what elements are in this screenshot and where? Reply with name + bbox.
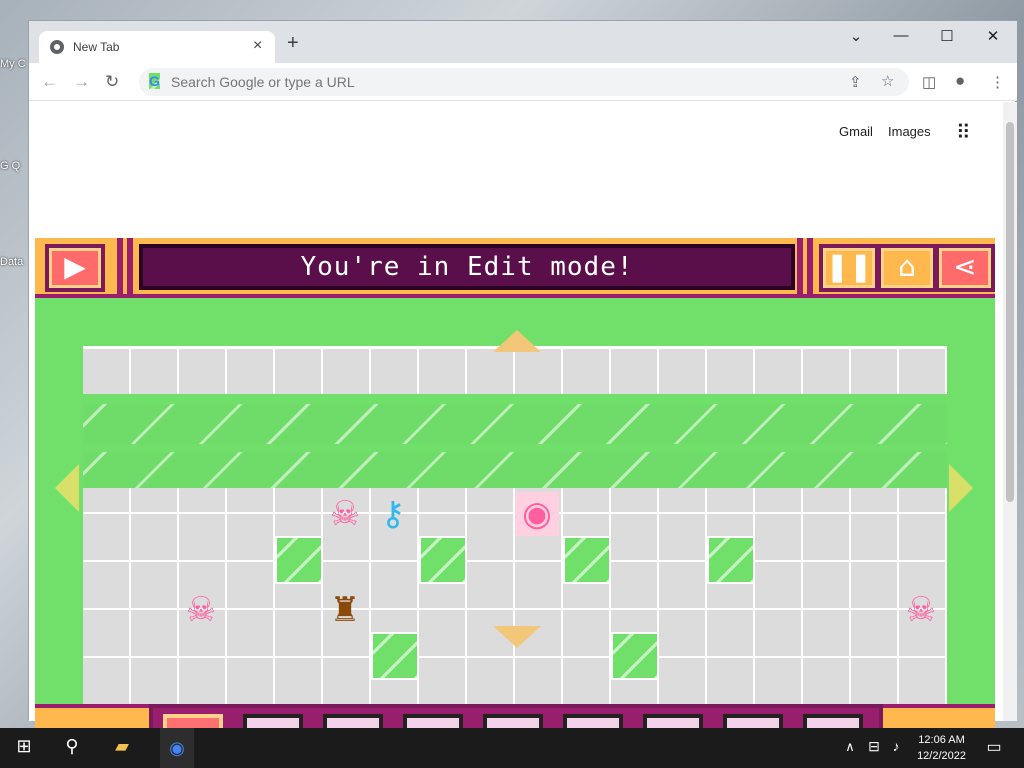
divider	[127, 238, 133, 296]
tab-strip: New Tab × + ⌄ — ☐ ✕	[29, 21, 1017, 63]
game-canvas[interactable]: ▶ You're in Edit mode! ❚❚ ⌂ ⋖ ☠ ⚷ ◉ ☠ ♜ …	[35, 238, 995, 768]
clock-date: 12/2/2022	[917, 750, 966, 762]
home-button[interactable]: ⌂	[877, 244, 937, 292]
grass-tile[interactable]	[563, 536, 611, 584]
home-icon: ⌂	[898, 250, 916, 283]
volume-icon[interactable]: ♪	[884, 738, 908, 754]
tab-title: New Tab	[73, 40, 120, 54]
divider	[117, 238, 123, 296]
grass-tile[interactable]	[419, 536, 467, 584]
play-button[interactable]: ▶	[45, 244, 105, 292]
close-tab-icon[interactable]: ×	[253, 37, 262, 55]
skull-enemy[interactable]: ☠	[323, 492, 367, 536]
minimize-button[interactable]: —	[891, 27, 911, 44]
start-icon[interactable]: ⊞	[12, 736, 36, 757]
new-tab-button[interactable]: +	[287, 32, 299, 55]
desktop-icon-label: Data	[0, 256, 24, 268]
desktop-icon[interactable]: Data	[0, 256, 28, 268]
divider	[807, 238, 813, 296]
notification-icon[interactable]: ▭	[982, 737, 1006, 757]
pause-button[interactable]: ❚❚	[819, 244, 879, 292]
reload-icon[interactable]: ↻	[105, 72, 119, 92]
clock-time: 12:06 AM	[918, 734, 965, 746]
scroll-right-arrow[interactable]	[949, 464, 973, 512]
desktop-icon[interactable]: My C	[0, 58, 28, 70]
tile-row[interactable]	[83, 346, 947, 394]
mode-banner: You're in Edit mode!	[139, 244, 795, 290]
scroll-up-arrow[interactable]	[493, 330, 541, 352]
apps-icon[interactable]: ⠿	[956, 120, 971, 145]
chrome-taskbar-icon[interactable]: ◉	[160, 728, 194, 768]
taskbar: ⊞ ⚲ ▰ ◉ ∧ ⊟ ♪ 12:06 AM 12/2/2022 ▭	[0, 728, 1024, 768]
chrome-icon	[50, 40, 64, 54]
new-tab-page: Gmail Images ⠿ ▶ You're in Edit mode! ❚❚…	[29, 102, 1017, 768]
player-character[interactable]: ♜	[323, 588, 367, 632]
grass-tile[interactable]	[707, 536, 755, 584]
page-scrollbar[interactable]	[1003, 102, 1017, 721]
gmail-link[interactable]: Gmail	[839, 124, 873, 139]
key-item[interactable]: ⚷	[371, 492, 415, 536]
grass-tile[interactable]	[371, 632, 419, 680]
omnibox[interactable]: G ⇪ ☆	[139, 68, 909, 96]
file-explorer-icon[interactable]: ▰	[110, 736, 134, 757]
maximize-button[interactable]: ☐	[937, 27, 957, 45]
divider	[797, 238, 803, 296]
share-icon: ⋖	[953, 250, 977, 283]
address-input[interactable]	[171, 72, 771, 92]
play-icon: ▶	[64, 250, 86, 283]
scroll-down-arrow[interactable]	[493, 626, 541, 648]
tab-new-tab[interactable]: New Tab ×	[39, 31, 275, 63]
grass-tile[interactable]	[275, 536, 323, 584]
desktop-icon[interactable]: G Q	[0, 160, 28, 172]
share-button[interactable]: ⋖	[935, 244, 995, 292]
scrollbar-thumb[interactable]	[1006, 122, 1014, 502]
network-icon[interactable]: ⊟	[862, 738, 886, 755]
grass-row	[83, 452, 947, 492]
skull-enemy[interactable]: ☠	[179, 588, 223, 632]
back-icon[interactable]: ←	[41, 72, 58, 92]
profile-icon[interactable]: ●	[955, 71, 965, 91]
desktop-icon-label: My C	[0, 58, 26, 70]
pause-icon: ❚❚	[825, 250, 873, 283]
saw-hazard[interactable]: ◉	[515, 492, 559, 536]
chevron-up-icon[interactable]: ∧	[838, 739, 862, 755]
clock[interactable]: 12:06 AM 12/2/2022	[917, 732, 966, 764]
google-icon: G	[149, 73, 160, 89]
forward-icon[interactable]: →	[73, 72, 90, 92]
desktop-icon-label: G Q	[0, 160, 21, 172]
share-icon[interactable]: ⇪	[849, 73, 862, 91]
game-top-bar: ▶ You're in Edit mode! ❚❚ ⌂ ⋖	[35, 238, 995, 298]
close-window-button[interactable]: ✕	[983, 27, 1003, 45]
images-link[interactable]: Images	[888, 124, 931, 139]
bookmark-star-icon[interactable]: ☆	[881, 72, 894, 90]
scroll-left-arrow[interactable]	[55, 464, 79, 512]
grass-tile[interactable]	[611, 632, 659, 680]
toolbar: ← → ↻ G ⇪ ☆ ◫ ● ⋮	[29, 63, 1017, 101]
tab-search-icon[interactable]: ⌄	[846, 27, 866, 45]
grass-row	[83, 404, 947, 444]
side-panel-icon[interactable]: ◫	[922, 73, 936, 91]
menu-icon[interactable]: ⋮	[990, 73, 1005, 91]
browser-window: New Tab × + ⌄ — ☐ ✕ ← → ↻ G ⇪ ☆ ◫ ● ⋮ Gm…	[28, 20, 1017, 768]
search-icon[interactable]: ⚲	[60, 736, 84, 757]
skull-enemy[interactable]: ☠	[899, 588, 943, 632]
